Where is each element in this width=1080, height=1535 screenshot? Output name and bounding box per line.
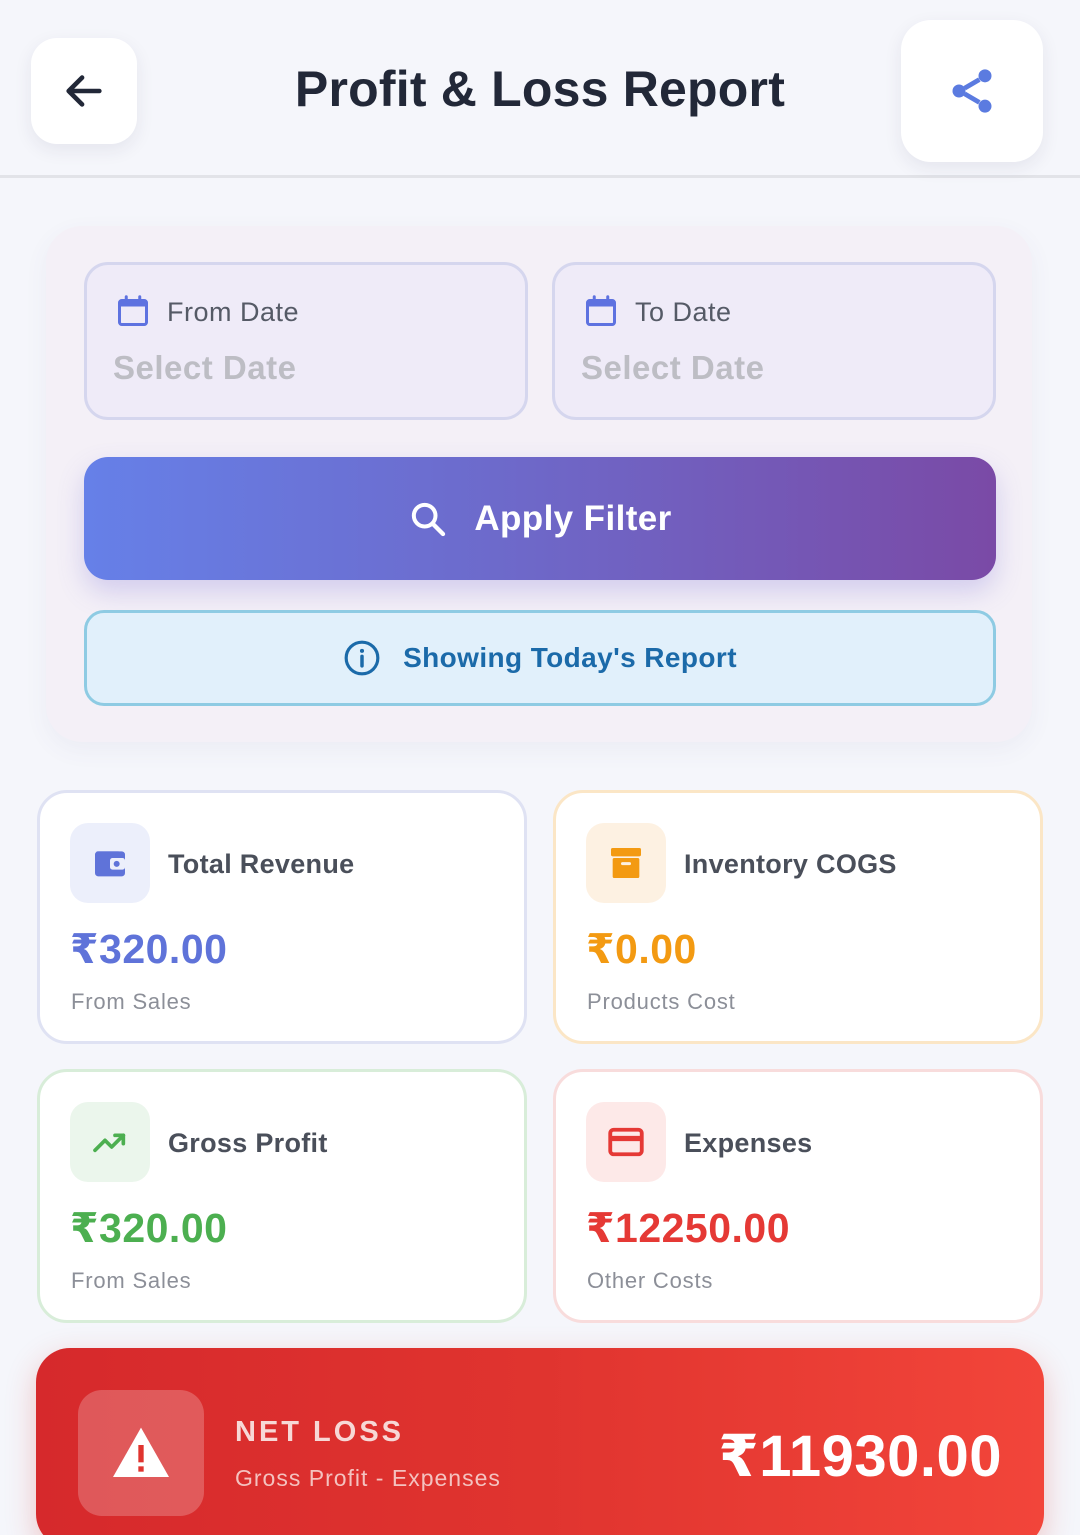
info-banner: Showing Today's Report [84, 610, 996, 706]
expenses-sub: Other Costs [587, 1268, 714, 1293]
total-revenue-label: Total Revenue [168, 849, 355, 879]
info-icon [344, 640, 380, 676]
net-loss-card: NET LOSS Gross Profit - Expenses ₹11930.… [36, 1348, 1044, 1535]
archive-box-icon [611, 848, 641, 878]
apply-filter-button[interactable]: Apply Filter [84, 457, 996, 580]
net-loss-icon-box [78, 1390, 204, 1516]
expenses-icon-box [586, 1102, 666, 1182]
inventory-cogs-label: Inventory COGS [684, 849, 897, 879]
calendar-icon [586, 295, 616, 326]
info-text: Showing Today's Report [403, 642, 737, 673]
to-date-value: Select Date [581, 349, 765, 386]
expenses-label: Expenses [684, 1128, 813, 1158]
expenses-card: Expenses ₹12250.00 Other Costs [553, 1069, 1043, 1323]
search-icon [412, 502, 446, 536]
net-loss-amount: ₹11930.00 [718, 1424, 1002, 1489]
gross-profit-sub: From Sales [71, 1268, 192, 1293]
gross-profit-card: Gross Profit ₹320.00 From Sales [37, 1069, 527, 1323]
net-loss-sub: Gross Profit - Expenses [235, 1465, 501, 1491]
to-date-label: To Date [635, 297, 732, 327]
gross-profit-amount: ₹320.00 [70, 1205, 228, 1251]
total-revenue-amount: ₹320.00 [70, 926, 228, 972]
total-revenue-icon-box [70, 823, 150, 903]
page: Profit & Loss Report From Date Select Da… [0, 0, 1080, 1535]
gross-profit-label: Gross Profit [168, 1128, 328, 1158]
net-loss-title: NET LOSS [235, 1416, 405, 1448]
inventory-cogs-card: Inventory COGS ₹0.00 Products Cost [553, 790, 1043, 1044]
apply-filter-label: Apply Filter [474, 498, 672, 538]
share-icon [952, 69, 992, 113]
from-date-value: Select Date [113, 349, 297, 386]
inventory-cogs-amount: ₹0.00 [586, 926, 697, 972]
from-date-label: From Date [167, 297, 300, 327]
wallet-icon [95, 851, 125, 877]
from-date-field[interactable]: From Date Select Date [84, 262, 528, 420]
expenses-amount: ₹12250.00 [586, 1205, 791, 1251]
inventory-cogs-icon-box [586, 823, 666, 903]
gross-profit-icon-box [70, 1102, 150, 1182]
total-revenue-sub: From Sales [71, 989, 192, 1014]
app-header: Profit & Loss Report [0, 0, 1080, 178]
trending-up-icon [93, 1133, 126, 1153]
total-revenue-card: Total Revenue ₹320.00 From Sales [37, 790, 527, 1044]
to-date-field[interactable]: To Date Select Date [552, 262, 996, 420]
share-button[interactable] [901, 20, 1043, 162]
inventory-cogs-sub: Products Cost [587, 989, 736, 1014]
credit-card-icon [608, 1127, 644, 1157]
filter-card: From Date Select Date To Date Select Dat… [46, 226, 1032, 742]
warning-icon [113, 1427, 169, 1477]
calendar-icon [118, 295, 148, 326]
